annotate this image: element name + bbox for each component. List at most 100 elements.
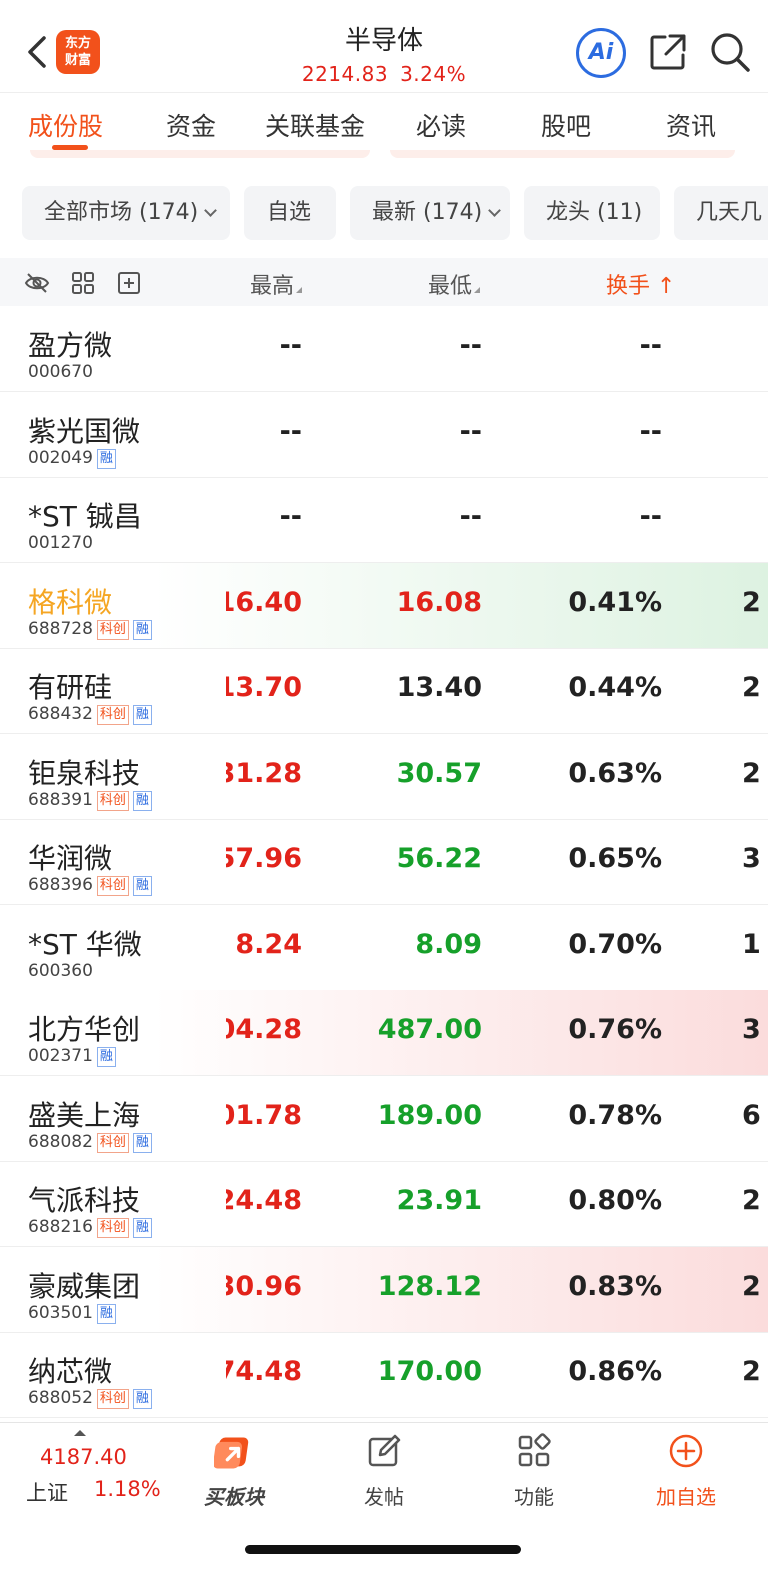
add-watchlist-button[interactable]: 加自选 (636, 1433, 736, 1510)
post-button[interactable]: 发帖 (334, 1433, 434, 1510)
stock-row[interactable]: 格科微688728科创融 16.40 16.08 0.41% 2 (0, 563, 768, 649)
stock-code: 000670 (28, 362, 93, 382)
market-filter-chip[interactable]: 全部市场 (174) (22, 186, 230, 240)
column-low-label: 最低 (428, 274, 473, 299)
hide-eye-icon[interactable] (24, 270, 50, 296)
home-indicator (245, 1545, 521, 1554)
index-value[interactable]: 4187.40 (40, 1445, 127, 1469)
tab-forum[interactable]: 股吧 (541, 107, 591, 143)
tab-must-read[interactable]: 必读 (416, 107, 466, 143)
low-value: -- (459, 416, 482, 447)
high-value: 13.70 (226, 672, 302, 703)
stock-code: 688082 科创融 (28, 1132, 152, 1153)
ai-assistant-button[interactable]: Ai (576, 28, 626, 78)
margin-badge: 融 (132, 620, 152, 640)
tab-constituents[interactable]: 成份股 (28, 107, 103, 143)
column-header: 最高 最低 换手 ↑ (0, 258, 768, 306)
stock-row[interactable]: *ST 铖昌 001270 -- -- -- (0, 477, 768, 563)
search-icon[interactable] (708, 30, 752, 74)
low-value: 170.00 (377, 1356, 482, 1387)
tab-funds[interactable]: 资金 (166, 107, 216, 143)
nav-label: 买板块 (204, 1485, 264, 1509)
stock-code: 688052 科创融 (28, 1388, 152, 1409)
buy-sector-icon (213, 1437, 249, 1469)
stock-row[interactable]: 气派科技688216科创融 24.48 23.91 0.80% 2 (0, 1161, 768, 1247)
tab-news[interactable]: 资讯 (666, 107, 716, 143)
index-change[interactable]: 1.18% (94, 1477, 161, 1501)
stock-row[interactable]: 豪威集团603501融 30.96 128.12 0.83% 2 (0, 1247, 768, 1333)
sector-price: 2214.83 (301, 62, 389, 86)
stock-row[interactable]: *ST 华微 600360 8.24 8.09 0.70% 1 (0, 905, 768, 991)
stock-code: 688216 科创融 (28, 1217, 152, 1238)
stock-code: 603501 融 (28, 1303, 116, 1324)
add-column-icon[interactable] (116, 270, 142, 296)
star-market-badge: 科创 (96, 620, 129, 640)
stock-name: *ST 铖昌 (28, 500, 142, 533)
days-filter-chip[interactable]: 几天几 (674, 186, 768, 240)
turnover-value: 0.78% (568, 1100, 662, 1131)
column-high[interactable]: 最高 (250, 268, 303, 300)
stock-code: 688391 科创融 (28, 790, 152, 811)
high-value: 04.28 (226, 1014, 302, 1045)
latest-filter-chip[interactable]: 最新 (174) (350, 186, 510, 240)
high-value: 57.96 (226, 843, 302, 874)
chip-label: 几天几 (696, 200, 763, 225)
low-value: 16.08 (396, 587, 482, 618)
column-turnover[interactable]: 换手 ↑ (606, 268, 675, 300)
tab-related-funds[interactable]: 关联基金 (265, 107, 365, 143)
low-value: 8.09 (415, 929, 482, 960)
stock-name: 钜泉科技 (28, 757, 141, 790)
margin-badge: 融 (96, 1047, 116, 1067)
chevron-down-icon (204, 204, 218, 217)
leader-filter-chip[interactable]: 龙头 (11) (524, 186, 660, 240)
turnover-value: 0.83% (568, 1271, 662, 1302)
turnover-value: 0.80% (568, 1185, 662, 1216)
stock-row[interactable]: 北方华创002371融 04.28 487.00 0.76% 3 (0, 990, 768, 1076)
margin-badge: 融 (132, 791, 152, 811)
stock-code-text: 688082 (28, 1132, 93, 1152)
sector-change: 3.24% (400, 62, 467, 86)
low-value: 487.00 (377, 1014, 482, 1045)
extra-value: 3 (742, 843, 761, 874)
stock-row[interactable]: 盛美上海688082科创融 01.78 189.00 0.78% 6 (0, 1076, 768, 1162)
stock-name: 气派科技 (28, 1184, 141, 1217)
margin-badge: 融 (132, 1133, 152, 1153)
index-name[interactable]: 上证 (26, 1477, 68, 1507)
low-value: -- (459, 330, 482, 361)
high-value: 01.78 (226, 1100, 302, 1131)
stock-name: 华润微 (28, 842, 113, 875)
low-value: 189.00 (377, 1100, 482, 1131)
stock-code: 002049 融 (28, 448, 116, 469)
margin-badge: 融 (96, 449, 116, 469)
stock-row[interactable]: 钜泉科技688391科创融 31.28 30.57 0.63% 2 (0, 734, 768, 820)
stock-code: 688396 科创融 (28, 875, 152, 896)
features-button[interactable]: 功能 (484, 1433, 584, 1510)
layout-grid-icon[interactable] (70, 270, 96, 296)
stock-row[interactable]: 华润微688396科创融 57.96 56.22 0.65% 3 (0, 819, 768, 905)
turnover-value: 0.70% (568, 929, 662, 960)
stock-row[interactable]: 盈方微 000670 -- -- -- (0, 306, 768, 392)
high-value: 31.28 (226, 758, 302, 789)
margin-badge: 融 (132, 1218, 152, 1238)
extra-value: 3 (742, 1014, 761, 1045)
nav-label: 功能 (514, 1485, 554, 1509)
buy-sector-button[interactable]: 买板块 (184, 1433, 284, 1510)
stock-code-text: 001270 (28, 533, 93, 553)
column-low[interactable]: 最低 (428, 268, 481, 300)
turnover-value: 0.41% (568, 587, 662, 618)
high-value: 24.48 (226, 1185, 302, 1216)
extra-value: 2 (742, 672, 761, 703)
nav-label: 发帖 (364, 1485, 404, 1509)
stock-name: 纳芯微 (28, 1355, 113, 1388)
stock-row[interactable]: 紫光国微 002049 融 -- -- -- (0, 392, 768, 478)
share-icon[interactable] (648, 32, 688, 72)
caret-up-icon[interactable] (74, 1430, 86, 1436)
stock-row[interactable]: 纳芯微688052科创融 74.48 170.00 0.86% 2 (0, 1332, 768, 1418)
watchlist-filter-chip[interactable]: 自选 (244, 186, 336, 240)
stock-code-text: 688052 (28, 1388, 93, 1408)
stock-code-text: 600360 (28, 961, 93, 981)
low-value: 30.57 (396, 758, 482, 789)
stock-name: 紫光国微 (28, 415, 141, 448)
stock-row[interactable]: 有研硅688432科创融 13.70 13.40 0.44% 2 (0, 648, 768, 734)
filter-chips: 全部市场 (174) 自选 最新 (174) 龙头 (11) 几天几 (0, 186, 768, 242)
